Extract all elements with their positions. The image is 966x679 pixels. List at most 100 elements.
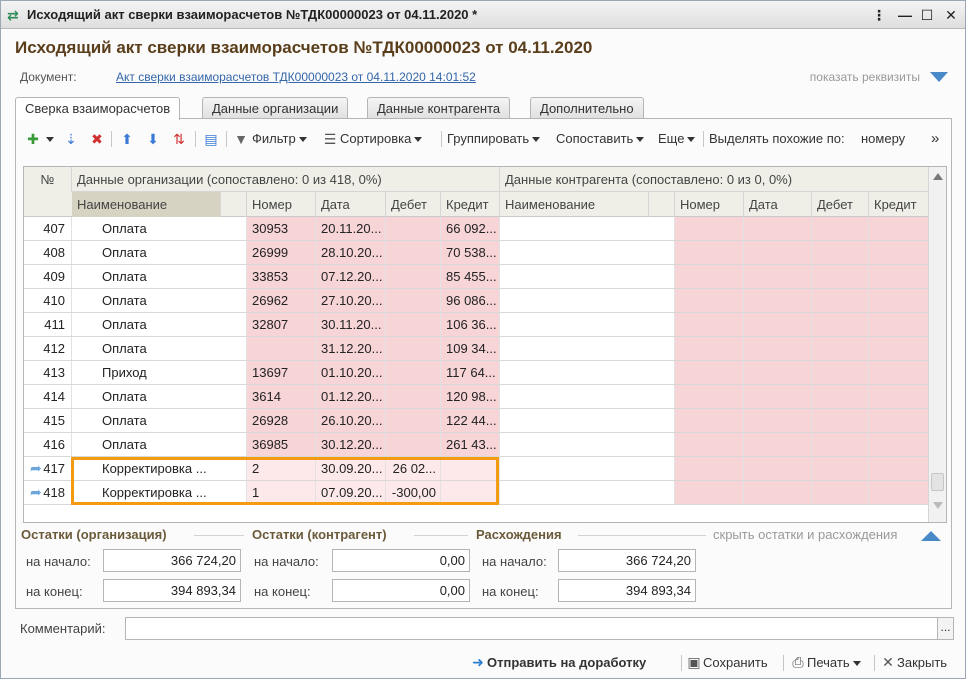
save-button[interactable]: ▣ Сохранить xyxy=(685,652,767,672)
cell-credit[interactable] xyxy=(441,457,500,480)
cell-number[interactable]: 26928 xyxy=(247,409,316,432)
cell-debit[interactable] xyxy=(386,409,441,432)
cell-contractor-0[interactable] xyxy=(500,241,675,264)
cell-contractor-0[interactable] xyxy=(500,265,675,288)
cell-contractor-2[interactable] xyxy=(744,313,812,336)
cell-contractor-2[interactable] xyxy=(744,265,812,288)
add-row-dropdown[interactable] xyxy=(43,129,54,149)
move-up-icon[interactable]: ⬆ xyxy=(118,130,136,148)
cell-contractor-3[interactable] xyxy=(812,385,869,408)
cell-name[interactable]: Оплата xyxy=(72,409,247,432)
filter-button[interactable]: Фильтр xyxy=(252,129,307,149)
table-row[interactable]: 417 Корректировка ... 2 30.09.20... 26 02...… xyxy=(24,457,929,481)
group-button[interactable]: Группировать xyxy=(447,129,541,149)
cell-contractor-0[interactable] xyxy=(500,433,675,456)
comment-icon[interactable]: ▤ xyxy=(202,130,220,148)
cell-contractor-2[interactable] xyxy=(744,289,812,312)
vertical-scrollbar[interactable] xyxy=(928,167,946,522)
cell-credit[interactable] xyxy=(441,481,500,504)
cell-credit[interactable]: 96 086... xyxy=(441,289,500,312)
cell-contractor-2[interactable] xyxy=(744,481,812,504)
cell-contractor-1[interactable] xyxy=(675,481,744,504)
col-header-contr-name[interactable]: Наименование xyxy=(500,192,649,217)
cell-contractor-3[interactable] xyxy=(812,457,869,480)
cell-name[interactable]: Оплата xyxy=(72,385,247,408)
cell-n[interactable]: 416 xyxy=(24,433,72,456)
cell-debit[interactable] xyxy=(386,385,441,408)
minimize-button[interactable]: — xyxy=(895,5,915,25)
cell-number[interactable]: 3614 xyxy=(247,385,316,408)
cell-contractor-0[interactable] xyxy=(500,361,675,384)
cell-contractor-1[interactable] xyxy=(675,241,744,264)
cell-contractor-3[interactable] xyxy=(812,433,869,456)
cell-debit[interactable]: -300,00 xyxy=(386,481,441,504)
cell-date[interactable]: 26.10.20... xyxy=(316,409,386,432)
cell-date[interactable]: 31.12.20... xyxy=(316,337,386,360)
comment-select-button[interactable]: ... xyxy=(937,617,954,640)
cell-name[interactable]: Оплата xyxy=(72,337,247,360)
close-button[interactable]: ✕ Закрыть xyxy=(879,652,947,672)
scroll-thumb[interactable] xyxy=(931,473,944,491)
cell-contractor-3[interactable] xyxy=(812,265,869,288)
cell-debit[interactable] xyxy=(386,241,441,264)
chevron-up-icon[interactable] xyxy=(921,531,941,541)
cell-contractor-2[interactable] xyxy=(744,457,812,480)
cell-debit[interactable] xyxy=(386,337,441,360)
hide-balances-link[interactable]: скрыть остатки и расхождения xyxy=(713,527,897,542)
cell-contractor-4[interactable] xyxy=(869,433,929,456)
cell-credit[interactable]: 106 36... xyxy=(441,313,500,336)
cell-contractor-0[interactable] xyxy=(500,481,675,504)
cell-contractor-0[interactable] xyxy=(500,409,675,432)
cell-contractor-2[interactable] xyxy=(744,409,812,432)
cell-n[interactable]: 415 xyxy=(24,409,72,432)
cell-contractor-0[interactable] xyxy=(500,457,675,480)
cell-contractor-1[interactable] xyxy=(675,289,744,312)
cell-n[interactable]: 412 xyxy=(24,337,72,360)
cell-contractor-4[interactable] xyxy=(869,337,929,360)
cell-date[interactable]: 30.12.20... xyxy=(316,433,386,456)
cell-contractor-0[interactable] xyxy=(500,337,675,360)
match-button[interactable]: Сопоставить xyxy=(556,129,645,149)
col-header-contr-date[interactable]: Дата xyxy=(744,192,812,217)
cell-name[interactable]: Оплата xyxy=(72,265,247,288)
col-header-org-number[interactable]: Номер xyxy=(247,192,316,217)
chevron-down-icon[interactable] xyxy=(930,72,948,82)
cell-contractor-2[interactable] xyxy=(744,385,812,408)
table-row[interactable]: 407 Оплата 30953 20.11.20... 66 092... xyxy=(24,217,929,241)
show-details-link[interactable]: показать реквизиты xyxy=(810,70,920,84)
cell-contractor-3[interactable] xyxy=(812,217,869,240)
tab-org-data[interactable]: Данные организации xyxy=(202,97,349,119)
cell-contractor-1[interactable] xyxy=(675,361,744,384)
cell-number[interactable]: 36985 xyxy=(247,433,316,456)
cell-name[interactable]: Корректировка ... xyxy=(72,481,247,504)
table-row[interactable]: 414 Оплата 3614 01.12.20... 120 98... xyxy=(24,385,929,409)
cell-credit[interactable]: 109 34... xyxy=(441,337,500,360)
cell-date[interactable]: 27.10.20... xyxy=(316,289,386,312)
table-row[interactable]: 408 Оплата 26999 28.10.20... 70 538... xyxy=(24,241,929,265)
cell-n[interactable]: 409 xyxy=(24,265,72,288)
cell-contractor-4[interactable] xyxy=(869,289,929,312)
cell-contractor-1[interactable] xyxy=(675,457,744,480)
col-header-contr-debit[interactable]: Дебет xyxy=(812,192,869,217)
cell-number[interactable]: 30953 xyxy=(247,217,316,240)
col-header-contr-credit[interactable]: Кредит xyxy=(869,192,929,217)
cell-contractor-4[interactable] xyxy=(869,361,929,384)
cell-number[interactable]: 33853 xyxy=(247,265,316,288)
cell-credit[interactable]: 117 64... xyxy=(441,361,500,384)
cell-contractor-1[interactable] xyxy=(675,265,744,288)
cell-contractor-1[interactable] xyxy=(675,433,744,456)
cell-date[interactable]: 20.11.20... xyxy=(316,217,386,240)
filter-icon[interactable]: ▼ xyxy=(232,130,250,148)
cell-contractor-0[interactable] xyxy=(500,313,675,336)
send-for-revision-button[interactable]: ➜ Отправить на доработку xyxy=(469,652,646,672)
cell-contractor-2[interactable] xyxy=(744,361,812,384)
cell-number[interactable]: 2 xyxy=(247,457,316,480)
cell-n[interactable]: 408 xyxy=(24,241,72,264)
col-header-org-debit[interactable]: Дебет xyxy=(386,192,441,217)
cell-contractor-0[interactable] xyxy=(500,217,675,240)
cell-contractor-3[interactable] xyxy=(812,241,869,264)
cell-contractor-2[interactable] xyxy=(744,241,812,264)
cell-date[interactable]: 07.09.20... xyxy=(316,481,386,504)
cell-contractor-4[interactable] xyxy=(869,457,929,480)
cell-credit[interactable]: 261 43... xyxy=(441,433,500,456)
